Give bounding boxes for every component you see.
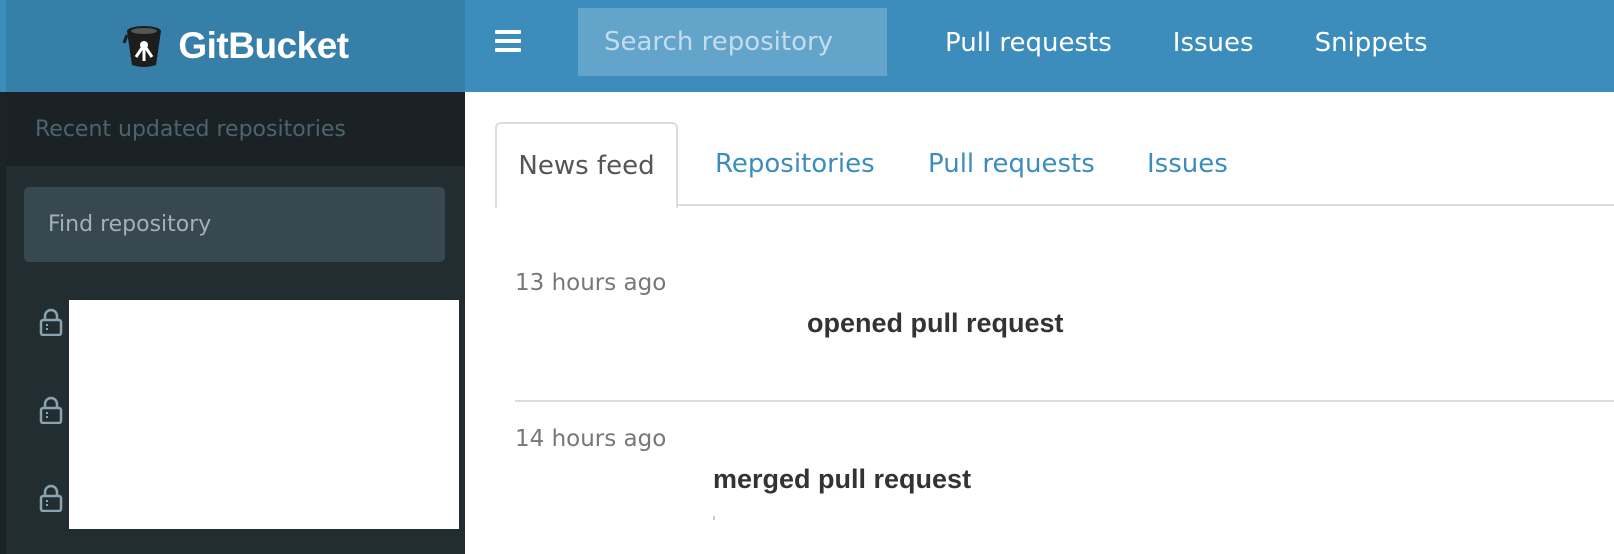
sidebar-header: Recent updated repositories (6, 92, 465, 166)
sidebar-repo-item[interactable] (39, 396, 67, 426)
tab-issues[interactable]: Issues (1147, 122, 1228, 206)
feed-action: merged pull request (713, 464, 972, 494)
sidebar-repo-item[interactable] (39, 484, 67, 514)
tab-pull-requests[interactable]: Pull requests (928, 122, 1095, 206)
brand-logo-link[interactable]: GitBucket (0, 0, 465, 92)
gitbucket-logo-icon (122, 26, 162, 67)
sidebar-repo-item[interactable] (39, 308, 67, 338)
lock-icon (39, 396, 63, 424)
feed-action: opened pull request (807, 308, 1064, 338)
sidebar: Recent updated repositories (0, 92, 465, 554)
brand-name: GitBucket (178, 25, 349, 66)
redacted-repo-names (69, 300, 459, 529)
feed-timestamp: 14 hours ago (515, 426, 667, 452)
feed-divider (515, 400, 1614, 402)
dashboard-tabs: News feed Repositories Pull requests Iss… (495, 0, 1614, 208)
feed-detail-marker (713, 516, 715, 520)
find-repository-input[interactable] (24, 187, 445, 262)
tab-repositories[interactable]: Repositories (715, 122, 875, 206)
feed-timestamp: 13 hours ago (515, 270, 667, 296)
lock-icon (39, 308, 63, 336)
lock-icon (39, 484, 63, 512)
tab-news-feed[interactable]: News feed (495, 122, 678, 208)
